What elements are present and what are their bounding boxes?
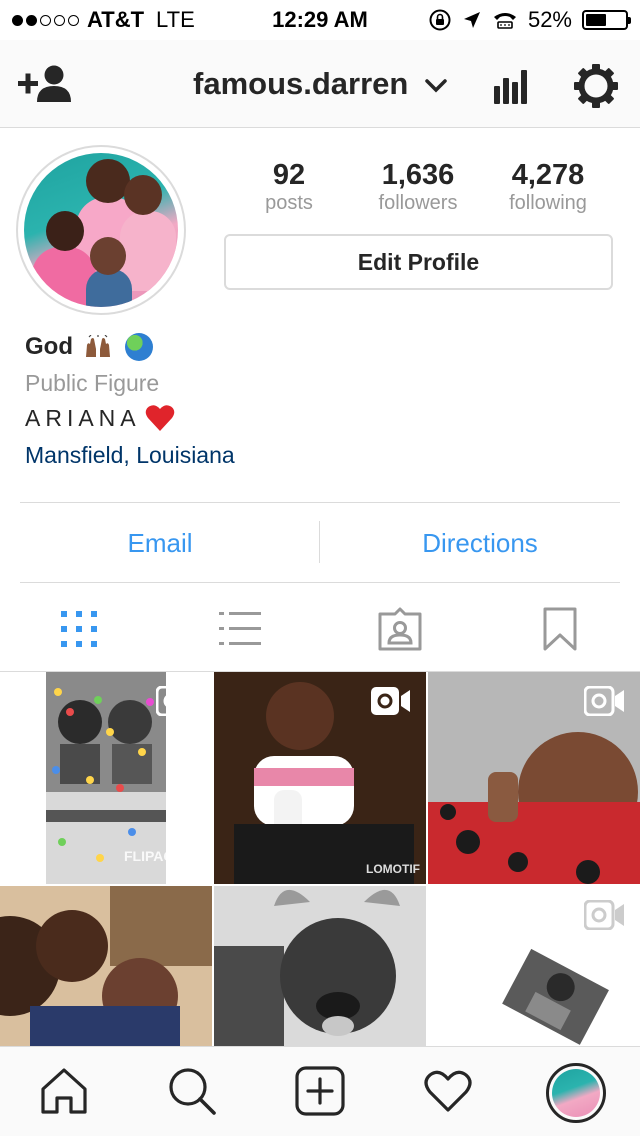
profile-view-tabs — [0, 584, 640, 672]
activity-heart-icon[interactable] — [422, 1065, 474, 1117]
profile-header-bar: famous.darren — [0, 40, 640, 128]
following-value: 4,278 — [511, 159, 585, 191]
battery-fill — [586, 14, 606, 26]
grid-post[interactable]: LOMOTIF — [214, 672, 426, 884]
email-button[interactable]: Email — [0, 503, 320, 583]
status-left: AT&T LTE — [12, 7, 320, 33]
list-icon[interactable] — [217, 606, 263, 652]
profile-category: Public Figure — [25, 370, 160, 396]
posts-label: posts — [265, 192, 313, 214]
grid-post[interactable]: FLIPAGRAM — [0, 672, 212, 884]
video-indicator-icon — [371, 687, 410, 715]
carrier-label: AT&T — [87, 7, 145, 32]
followers-value: 1,636 — [381, 159, 455, 191]
profile-name: God — [25, 330, 615, 364]
lomotif-watermark: LOMOTIF — [366, 862, 420, 876]
grid-post[interactable] — [428, 886, 640, 1046]
network-label: LTE — [156, 7, 195, 32]
post-thumbnail — [214, 886, 426, 1046]
signal-strength-icon — [12, 14, 79, 26]
video-indicator-icon — [584, 900, 624, 930]
grid-post[interactable] — [428, 672, 640, 884]
profile-tab-avatar[interactable] — [546, 1063, 606, 1123]
location-arrow-icon — [463, 12, 480, 28]
battery-percent: 52% — [527, 7, 572, 32]
status-bar: AT&T LTE 12:29 AM 52% — [0, 0, 640, 40]
insights-icon[interactable] — [492, 66, 530, 106]
battery-icon — [582, 10, 631, 30]
grid-post[interactable] — [214, 886, 426, 1046]
search-icon[interactable] — [166, 1065, 218, 1117]
bottom-tab-bar — [0, 1046, 640, 1136]
video-indicator-icon — [584, 686, 624, 716]
tagged-photos-icon[interactable] — [377, 606, 423, 652]
flipagram-watermark: FLIPAGRAM — [124, 848, 207, 864]
profile-avatar[interactable] — [16, 145, 186, 315]
red-heart-emoji-icon — [145, 405, 174, 431]
edit-profile-button[interactable]: Edit Profile — [224, 234, 613, 290]
contact-actions: Email Directions — [0, 503, 640, 583]
gear-icon[interactable] — [572, 62, 620, 110]
posts-grid: FLIPAGRAM LOMOTIF — [0, 672, 640, 1046]
grid-icon[interactable] — [56, 606, 102, 652]
divider — [20, 582, 620, 583]
following-count[interactable]: 4,278 following — [478, 160, 618, 216]
avatar — [552, 1069, 600, 1117]
profile-location-link[interactable]: Mansfield, Louisiana — [25, 436, 615, 474]
new-post-icon[interactable] — [294, 1065, 346, 1117]
bookmark-icon[interactable] — [537, 606, 583, 652]
followers-label: followers — [378, 192, 458, 214]
raising-hands-emoji-icon — [86, 335, 110, 357]
bio-text: ARIANA — [25, 405, 141, 431]
posts-count[interactable]: 92 posts — [219, 160, 359, 216]
followers-count[interactable]: 1,636 followers — [348, 160, 488, 216]
profile-photo — [24, 153, 178, 307]
tty-icon — [493, 13, 516, 29]
post-thumbnail — [0, 886, 212, 1046]
username-label: famous.darren — [193, 66, 409, 101]
profile-bio: God Public Figure ARIANA Mansfield, Loui… — [25, 330, 615, 474]
directions-button[interactable]: Directions — [320, 503, 640, 583]
username-switcher[interactable]: famous.darren — [0, 66, 640, 102]
posts-value: 92 — [272, 159, 306, 191]
profile-bio-text: ARIANA — [25, 400, 615, 436]
video-indicator-icon — [156, 686, 196, 716]
rotation-lock-icon — [429, 9, 451, 31]
following-label: following — [509, 192, 587, 214]
home-icon[interactable] — [38, 1065, 90, 1117]
chevron-down-icon — [425, 79, 447, 93]
profile-name-text: God — [25, 333, 73, 360]
status-right: 52% — [320, 7, 631, 33]
globe-emoji-icon — [125, 333, 153, 361]
grid-post[interactable] — [0, 886, 212, 1046]
